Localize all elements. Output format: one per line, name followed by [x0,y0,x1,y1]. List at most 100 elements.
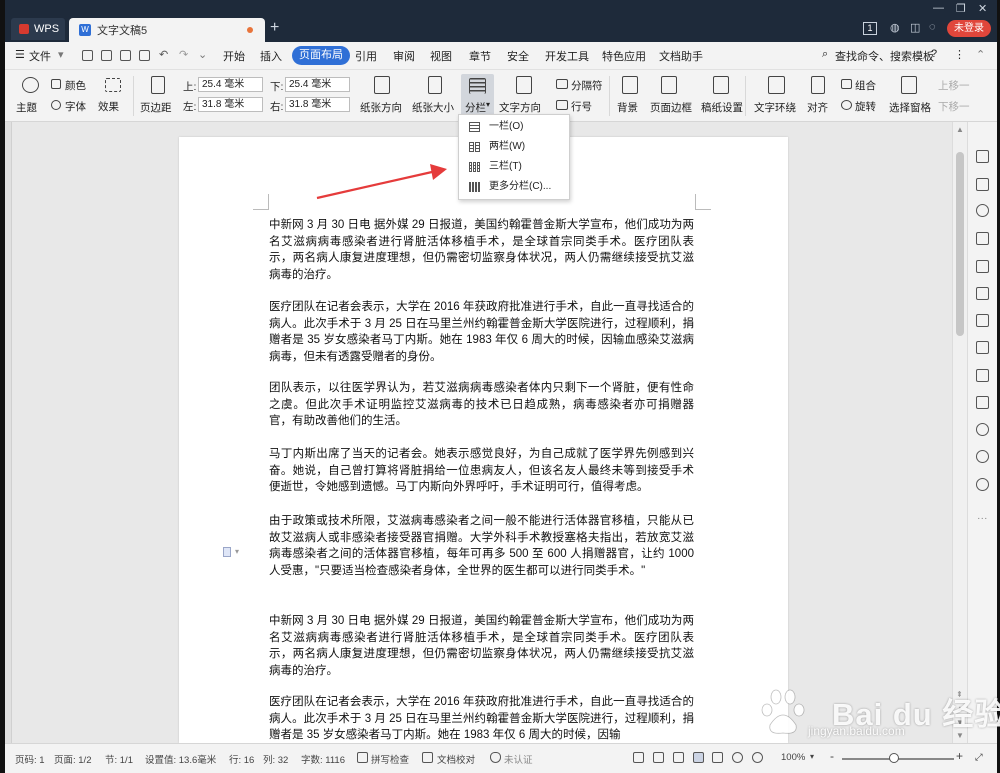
text-wrap-button[interactable]: 文字环绕 [754,100,796,115]
shape-icon[interactable] [976,204,989,217]
edit-pen-icon[interactable] [976,150,989,163]
status-page[interactable]: 页面: 1/2 [54,752,92,766]
wps-home-tab[interactable]: WPS [11,18,65,40]
eye-protection-icon[interactable] [752,752,763,763]
zoom-level[interactable]: 100% [781,752,805,763]
document-copy-icon[interactable] [976,260,989,273]
effect-icon[interactable] [105,78,121,92]
two-columns-item[interactable]: 两栏(W) [459,137,569,157]
fullscreen-icon[interactable]: ⤢ [975,752,983,763]
translate-icon[interactable] [976,341,989,354]
margins-button[interactable]: 页边距 [140,100,172,115]
maximize-icon[interactable]: ❐ [956,2,966,15]
background-button[interactable]: 背景 [617,100,638,115]
zoom-in-button[interactable]: + [956,749,963,763]
text-wrap-icon[interactable] [768,76,785,94]
document-tab[interactable]: W 文字文稿5 [69,18,265,42]
doc-check-icon[interactable] [422,752,433,763]
group-icon[interactable] [841,79,852,89]
margins-icon[interactable] [151,76,165,94]
archive-box-icon[interactable] [976,369,989,382]
share-icon[interactable] [976,314,989,327]
orientation-button[interactable]: 纸张方向 [360,100,402,115]
close-window-icon[interactable]: ✕ [978,2,987,15]
spell-check-icon[interactable] [357,752,368,763]
selection-pane-icon[interactable] [901,76,917,94]
account-icon[interactable]: ◌ [929,21,936,33]
minimize-icon[interactable]: — [933,2,944,14]
one-column-item[interactable]: 一栏(O) [459,117,569,137]
scrollbar-thumb[interactable] [956,152,964,336]
separator-icon[interactable] [556,79,568,89]
theme-icon[interactable] [22,77,39,93]
help-circle-icon[interactable] [976,478,989,491]
rotate-icon[interactable] [841,100,852,110]
background-icon[interactable] [622,76,638,94]
columns-button[interactable]: 分栏 [465,100,486,115]
font-theme-button[interactable]: 字体 [65,99,86,114]
outline-view-icon[interactable] [712,752,723,763]
align-icon[interactable] [811,76,825,94]
more-tools-icon[interactable]: ··· [977,512,988,524]
menu-home[interactable]: 开始 [223,48,245,64]
export-pdf-icon[interactable] [101,50,112,61]
menu-review[interactable]: 审阅 [393,48,415,64]
separator-button[interactable]: 分隔符 [571,78,603,93]
menu-doc-assistant[interactable]: 文档助手 [659,48,703,64]
print-preview-icon[interactable] [139,50,150,61]
spell-check-button[interactable]: 拼写检查 [371,752,409,766]
document-page[interactable]: 中新网 3 月 30 日电 据外媒 29 日报道，美国约翰霍普金斯大学宣布，他们… [179,137,788,743]
file-dropdown-chevron-icon[interactable]: ▾ [58,48,64,61]
new-tab-button[interactable]: + [270,19,279,37]
cloud-icon[interactable]: ◫ [910,21,920,34]
right-margin-input[interactable]: 31.8 毫米 [285,97,350,112]
quick-access-chevron-icon[interactable]: ⌄ [198,48,207,61]
undo-icon[interactable]: ↶ [159,48,168,61]
pen-mode-icon[interactable] [673,752,684,763]
line-number-button[interactable]: 行号 [571,99,592,114]
text-direction-button[interactable]: 文字方向 [499,100,541,115]
search-icon[interactable]: ⌕ [822,48,828,61]
command-search[interactable]: 查找命令、搜索模板 [835,48,934,64]
page-border-button[interactable]: 页面边框 [650,100,692,115]
select-cursor-icon[interactable] [976,178,989,191]
menu-security[interactable]: 安全 [507,48,529,64]
text-direction-icon[interactable] [516,76,532,94]
color-button[interactable]: 颜色 [65,78,86,93]
align-button[interactable]: 对齐 [807,100,828,115]
vertical-scrollbar[interactable]: ▲ ⇞ ▲ ▼ ▼ [952,122,967,743]
star-icon[interactable] [976,287,989,300]
login-button[interactable]: 未登录 [947,20,991,37]
selection-pane-button[interactable]: 选择窗格 [889,100,931,115]
top-margin-input[interactable]: 25.4 毫米 [198,77,263,92]
page-border-icon[interactable] [661,76,677,94]
status-page-code[interactable]: 页码: 1 [15,752,45,766]
redo-icon[interactable]: ↷ [179,48,188,61]
backup-icon[interactable] [976,423,989,436]
focus-mode-icon[interactable] [633,752,644,763]
scroll-up-icon[interactable]: ▲ [956,125,964,134]
font-theme-icon[interactable] [51,100,61,110]
paper-setting-icon[interactable] [713,76,729,94]
menu-chapter[interactable]: 章节 [469,48,491,64]
more-columns-item[interactable]: 更多分栏(C)... [459,177,569,197]
doc-check-button[interactable]: 文档校对 [437,752,475,766]
bring-forward-button[interactable]: 上移一 [938,78,970,93]
status-set-value[interactable]: 设置值: 13.6毫米 [145,752,216,766]
web-view-icon[interactable] [732,752,743,763]
menu-developer[interactable]: 开发工具 [545,48,589,64]
page-view-icon[interactable] [693,752,704,763]
paper-setting-button[interactable]: 稿纸设置 [701,100,743,115]
more-options-button[interactable]: ⋮ [954,48,965,61]
help-button[interactable]: ? [931,48,937,60]
columns-dropdown-chevron-icon[interactable]: ▾ [486,100,490,109]
menu-special-apps[interactable]: 特色应用 [602,48,646,64]
menu-references[interactable]: 引用 [355,48,377,64]
paper-size-icon[interactable] [428,76,442,94]
color-icon[interactable] [51,79,61,89]
paper-size-button[interactable]: 纸张大小 [412,100,454,115]
save-icon[interactable] [82,50,93,61]
menu-view[interactable]: 视图 [430,48,452,64]
paragraph-layout-icon[interactable] [223,547,231,557]
settings-sliders-icon[interactable] [976,232,989,245]
